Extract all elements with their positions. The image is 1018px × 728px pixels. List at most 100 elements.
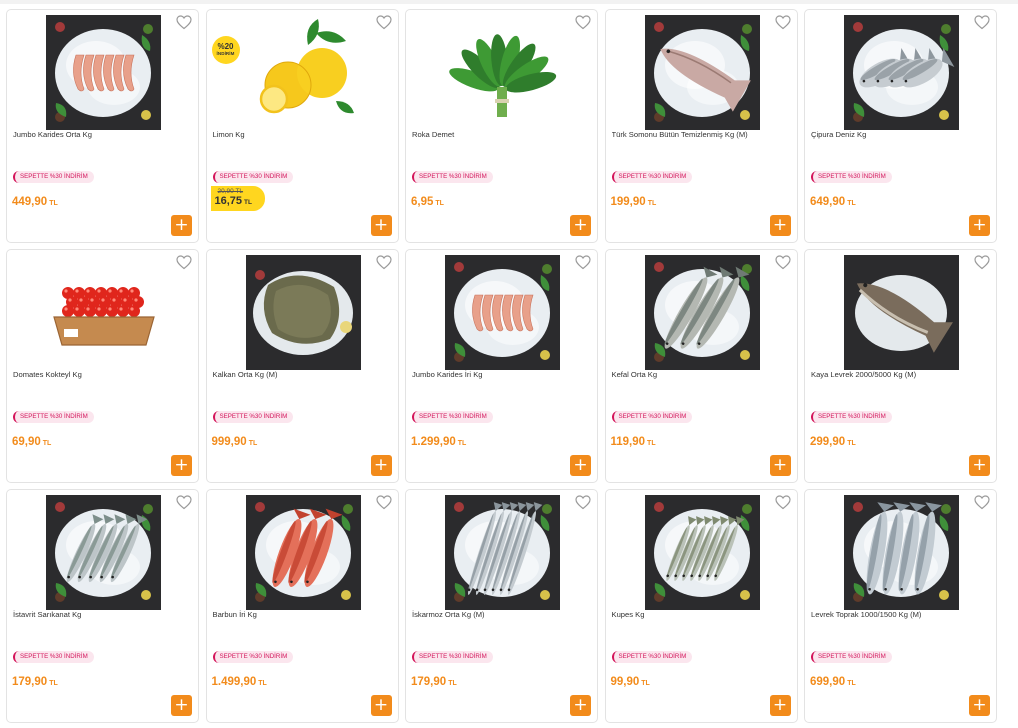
product-card[interactable]: Barbun İri Kg SEPETTE %30 İNDİRİM 1.499,90… (205, 489, 399, 723)
add-to-cart-button[interactable]: + (570, 695, 591, 716)
product-name[interactable]: Roka Demet (412, 130, 590, 140)
discount-badge: %20 İNDİRİM (211, 36, 240, 64)
product-name[interactable]: Çipura Deniz Kg (811, 130, 989, 140)
product-image[interactable] (844, 495, 959, 610)
product-name[interactable]: Kefal Orta Kg (612, 370, 790, 380)
currency-label: TL (647, 200, 657, 207)
product-card[interactable]: Jumbo Karides Orta Kg SEPETTE %30 İNDİRİM… (6, 9, 199, 243)
add-to-cart-button[interactable]: + (969, 215, 990, 236)
product-card[interactable]: Türk Somonu Bütün Temizlenmiş Kg (M) SEPE… (604, 9, 798, 243)
promo-badge: SEPETTE %30 İNDİRİM (611, 171, 693, 183)
old-price: 20,90 TL (217, 188, 244, 195)
product-image[interactable] (245, 255, 361, 370)
product-name[interactable]: Kaya Levrek 2000/5000 Kg (M) (811, 370, 989, 380)
currency-label: TL (49, 680, 58, 687)
promo-badge: SEPETTE %30 İNDİRİM (611, 411, 693, 423)
currency-label: TL (49, 200, 58, 207)
favorite-heart-icon[interactable] (375, 495, 392, 510)
product-image[interactable] (445, 15, 560, 130)
currency-label: TL (641, 680, 650, 687)
favorite-heart-icon[interactable] (774, 255, 791, 270)
product-image[interactable] (844, 15, 959, 130)
add-to-cart-button[interactable]: + (370, 455, 392, 476)
product-price: 69,90 (12, 436, 41, 448)
product-card[interactable]: %20 İNDİRİM Limon Kg SEPETTE %30 İNDİRİM 2… (205, 9, 399, 243)
add-to-cart-button[interactable]: + (769, 695, 791, 716)
promo-badge: SEPETTE %30 İNDİRİM (412, 651, 493, 663)
currency-label: TL (244, 199, 252, 206)
product-name[interactable]: Levrek Toprak 1000/1500 Kg (M) (811, 610, 989, 620)
favorite-heart-icon[interactable] (974, 255, 990, 270)
product-name[interactable]: Kupes Kg (612, 610, 790, 620)
add-to-cart-button[interactable]: + (171, 215, 192, 236)
product-image[interactable] (644, 15, 760, 130)
favorite-heart-icon[interactable] (575, 495, 591, 510)
product-image[interactable] (46, 255, 161, 370)
product-card[interactable]: Domates Kokteyl Kg SEPETTE %30 İNDİRİM 69,… (6, 249, 199, 483)
favorite-heart-icon[interactable] (974, 495, 990, 510)
product-card[interactable]: Kupes Kg SEPETTE %30 İNDİRİM 99,90 TL + (604, 489, 798, 723)
product-name[interactable]: Türk Somonu Bütün Temizlenmiş Kg (M) (612, 130, 790, 140)
product-card[interactable]: Çipura Deniz Kg SEPETTE %30 İNDİRİM 649,90… (804, 9, 997, 243)
product-price: 999,90 (211, 436, 247, 448)
product-price: 179,90 (411, 676, 447, 688)
favorite-heart-icon[interactable] (575, 255, 591, 270)
add-to-cart-button[interactable]: + (570, 215, 591, 236)
favorite-heart-icon[interactable] (176, 15, 192, 30)
product-name[interactable]: Domates Kokteyl Kg (13, 370, 191, 380)
add-to-cart-button[interactable]: + (370, 695, 392, 716)
product-price: 99,90 (610, 676, 640, 688)
promo-badge: SEPETTE %30 İNDİRİM (212, 651, 294, 663)
product-card[interactable]: İstavrit Sarıkanat Kg SEPETTE %30 İNDİRİM… (6, 489, 199, 723)
product-price: 179,90 (12, 676, 48, 688)
product-name[interactable]: Jumbo Karides İri Kg (412, 370, 590, 380)
product-image[interactable] (245, 15, 361, 130)
product-card[interactable]: Kaya Levrek 2000/5000 Kg (M) SEPETTE %30 … (804, 249, 997, 483)
promo-badge: SEPETTE %30 İNDİRİM (811, 171, 892, 183)
add-to-cart-button[interactable]: + (969, 695, 990, 716)
product-card[interactable]: Jumbo Karides İri Kg SEPETTE %30 İNDİRİM 1… (405, 249, 598, 483)
favorite-heart-icon[interactable] (176, 255, 192, 270)
promo-badge: SEPETTE %30 İNDİRİM (13, 411, 94, 423)
add-to-cart-button[interactable]: + (370, 215, 392, 236)
product-card[interactable]: İskarmoz Orta Kg (M) SEPETTE %30 İNDİRİM 1… (405, 489, 598, 723)
product-name[interactable]: Barbun İri Kg (213, 610, 391, 620)
favorite-heart-icon[interactable] (774, 495, 791, 510)
product-name[interactable]: Limon Kg (213, 130, 391, 140)
product-card[interactable]: Kefal Orta Kg SEPETTE %30 İNDİRİM 119,90 TL… (604, 249, 798, 483)
promo-badge: SEPETTE %30 İNDİRİM (811, 651, 892, 663)
product-image[interactable] (245, 495, 361, 610)
product-name[interactable]: Jumbo Karides Orta Kg (13, 130, 191, 140)
add-to-cart-button[interactable]: + (769, 455, 791, 476)
product-image[interactable] (445, 495, 560, 610)
favorite-heart-icon[interactable] (375, 15, 392, 30)
favorite-heart-icon[interactable] (774, 15, 791, 30)
add-to-cart-button[interactable]: + (570, 455, 591, 476)
favorite-heart-icon[interactable] (176, 495, 192, 510)
product-image[interactable] (46, 15, 161, 130)
product-card[interactable]: Kalkan Orta Kg (M) SEPETTE %30 İNDİRİM 999… (205, 249, 399, 483)
product-image[interactable] (644, 495, 760, 610)
product-price: 299,90 (810, 436, 846, 448)
product-card[interactable]: Levrek Toprak 1000/1500 Kg (M) SEPETTE %3… (804, 489, 997, 723)
add-to-cart-button[interactable]: + (969, 455, 990, 476)
product-image[interactable] (445, 255, 560, 370)
product-price: 199,90 (610, 196, 646, 208)
add-to-cart-button[interactable]: + (171, 695, 192, 716)
product-price: 699,90 (810, 676, 846, 688)
product-card[interactable]: Roka Demet SEPETTE %30 İNDİRİM 6,95 TL + (405, 9, 598, 243)
product-name[interactable]: İskarmoz Orta Kg (M) (412, 610, 590, 620)
product-image[interactable] (644, 255, 760, 370)
favorite-heart-icon[interactable] (974, 15, 990, 30)
product-price: 449,90 (12, 196, 48, 208)
product-image[interactable] (46, 495, 161, 610)
favorite-heart-icon[interactable] (575, 15, 591, 30)
add-to-cart-button[interactable]: + (171, 455, 192, 476)
product-name[interactable]: İstavrit Sarıkanat Kg (13, 610, 191, 620)
favorite-heart-icon[interactable] (375, 255, 392, 270)
discounted-price-box: 20,90 TL 16,75 TL (210, 186, 265, 211)
product-image[interactable] (844, 255, 959, 370)
promo-badge: SEPETTE %30 İNDİRİM (811, 411, 892, 423)
add-to-cart-button[interactable]: + (769, 215, 791, 236)
product-name[interactable]: Kalkan Orta Kg (M) (213, 370, 391, 380)
